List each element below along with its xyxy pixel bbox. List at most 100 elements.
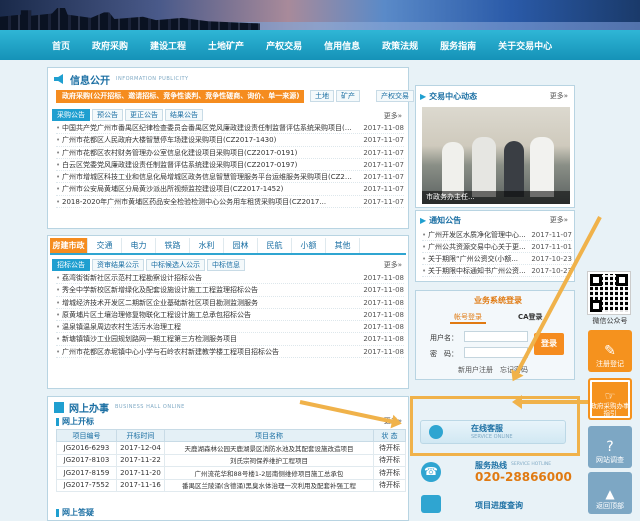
nav-item[interactable]: 服务指南 bbox=[440, 39, 476, 52]
list-item-date: 2017-11-07 bbox=[363, 136, 404, 145]
list-item-title[interactable]: 广州开发区水质净化管理中心... bbox=[422, 229, 528, 240]
list-item-title[interactable]: 秀全中学新校区新增绿化及配套设施设计施工工程监理招标公告 bbox=[56, 284, 356, 295]
section-marker-icon bbox=[56, 417, 59, 426]
list-item[interactable]: 广州开发区水质净化管理中心...2017-11-07 bbox=[422, 229, 572, 241]
survey-button[interactable]: ? 网站调查 bbox=[588, 426, 632, 468]
cell-name[interactable]: 刘氏宗祠保养维护工程项目 bbox=[164, 453, 374, 467]
list-item[interactable]: 2018-2020年广州市黄埔区药品安全检验检测中心公务用车租赁采购项目(CZ2… bbox=[56, 196, 404, 209]
list-item[interactable]: 广州市公安局黄埔区分局黄沙派出所视频监控建设项目(CZ2017-1452) 201… bbox=[56, 183, 404, 196]
list-item-title[interactable]: 关于期限“广州公资交(小额... bbox=[422, 253, 528, 264]
list-item-date: 2017-11-07 bbox=[531, 231, 572, 239]
list-item-title[interactable]: 中国共产党广州市番禺区纪律检查委员会番禺区党风廉政建设责任制监督评估系统采购项目… bbox=[56, 122, 356, 133]
category-tab[interactable]: 房建市政 bbox=[50, 238, 88, 253]
list-item[interactable]: 中国共产党广州市番禺区纪律检查委员会番禺区党风廉政建设责任制监督评估系统采购项目… bbox=[56, 122, 404, 135]
tab-property[interactable]: 产权交易 bbox=[376, 90, 414, 102]
category-tab[interactable]: 水利 bbox=[190, 238, 224, 253]
category-tab[interactable]: 园林 bbox=[224, 238, 258, 253]
cell-name[interactable]: 广州流花华和88号楼1-2层南侧维修项目施工总承包 bbox=[164, 466, 374, 480]
list-item[interactable]: 广州市花都区农村财务管理办公室信息化建设项目采购项目(CZ2017-0191) 2… bbox=[56, 147, 404, 159]
nav-item[interactable]: 政策法规 bbox=[382, 39, 418, 52]
nav-item[interactable]: 信用信息 bbox=[324, 39, 360, 52]
category-tab[interactable]: 交通 bbox=[88, 238, 122, 253]
list-item[interactable]: 新塘镇镇沙工业园规划路网一期工程第三方检测服务项目 2017-11-08 bbox=[56, 333, 404, 346]
list-item-title[interactable]: 白云区党委党风廉政建设责任制监督评估系统建设采购项目(CZ2017-0197) bbox=[56, 159, 356, 170]
list-item-title[interactable]: 广州市花都区赤坭镇中心小学与石岭农村新建教学楼工程项目招标公告 bbox=[56, 346, 356, 357]
center-news-more-link[interactable]: 更多» bbox=[550, 91, 568, 101]
online-qa-label[interactable]: 网上答疑 bbox=[56, 507, 94, 518]
tab-candidate-notice[interactable]: 中标候选人公示 bbox=[146, 259, 205, 271]
table-row[interactable]: JG2017-8159 2017-11-20 广州流花华和88号楼1-2层南侧维修项… bbox=[56, 466, 406, 480]
list-item-title[interactable]: 增城经济技术开发区二期新区企业基础新社区项目勘测监测服务 bbox=[56, 297, 356, 308]
list-item[interactable]: 白云区党委党风廉政建设责任制监督评估系统建设采购项目(CZ2017-0197) 2… bbox=[56, 159, 404, 172]
category-tab[interactable]: 铁路 bbox=[156, 238, 190, 253]
tab-qualification-result[interactable]: 资审结果公示 bbox=[92, 259, 144, 271]
list-item[interactable]: 广州市花都区人民政府大楼智慧停车场建设采购项目(CZ2017-1430) 2017… bbox=[56, 134, 404, 147]
login-tab-ca[interactable]: CA登录 bbox=[518, 312, 543, 322]
cell-name[interactable]: 天鹿湖森林公园天鹿湖景区消防水池及其配套设施改造项目 bbox=[164, 441, 374, 455]
tab-result-notice[interactable]: 结果公告 bbox=[165, 109, 203, 121]
category-tab[interactable]: 小额 bbox=[292, 238, 326, 253]
list-item-title[interactable]: 广州公共资源交易中心关于更... bbox=[422, 241, 528, 252]
center-news-panel: ▶ 交易中心动态 更多» 市政务办主任... bbox=[415, 85, 575, 208]
list-item-title[interactable]: 原黄埔片区土壤治理修复物联化工程设计施工总承包招标公告 bbox=[56, 309, 356, 320]
progress-query-box[interactable]: 项目进度查询 bbox=[415, 492, 575, 515]
annotation-arrow bbox=[518, 400, 588, 404]
info-more-link[interactable]: 更多» bbox=[384, 111, 402, 121]
list-item[interactable]: 原黄埔片区土壤治理修复物联化工程设计施工总承包招标公告 2017-11-08 bbox=[56, 309, 404, 322]
list-item-title[interactable]: 广州市公安局黄埔区分局黄沙派出所视频监控建设项目(CZ2017-1452) bbox=[56, 183, 356, 194]
table-row[interactable]: JG2017-8103 2017-11-22 刘氏宗祠保养维护工程项目 待开标 bbox=[56, 453, 406, 467]
list-item-title[interactable]: 广州市增城区科技工业和信息化局增城区政务信息智慧管理服务平台运维服务采购项目(C… bbox=[56, 171, 356, 182]
list-item[interactable]: 荔湾街街新社区示范村工程勘察设计招标公告 2017-11-08 bbox=[56, 272, 404, 285]
list-item[interactable]: 温泉镇温泉周边农村生活污水治理工程 2017-11-08 bbox=[56, 321, 404, 334]
tab-pre-notice[interactable]: 预公告 bbox=[92, 109, 123, 121]
nav-item[interactable]: 首页 bbox=[52, 39, 70, 52]
tab-winning-info[interactable]: 中标信息 bbox=[207, 259, 245, 271]
construction-more-link[interactable]: 更多» bbox=[384, 260, 402, 270]
cell-name[interactable]: 番禺区兰陵涌(含德涌)黑臭水体治理一次利用及配套补强工程 bbox=[164, 478, 374, 492]
list-item-date: 2017-11-08 bbox=[363, 274, 404, 282]
username-input[interactable] bbox=[464, 331, 528, 342]
nav-item[interactable]: 土地矿产 bbox=[208, 39, 244, 52]
list-item[interactable]: 广州市增城区科技工业和信息化局增城区政务信息智慧管理服务平台运维服务采购项目(C… bbox=[56, 171, 404, 184]
tab-land[interactable]: 土地 bbox=[310, 90, 334, 102]
list-item-date: 2017-11-08 bbox=[363, 124, 404, 132]
tab-correction-notice[interactable]: 更正公告 bbox=[125, 109, 163, 121]
list-item-title[interactable]: 新塘镇镇沙工业园规划路网一期工程第三方检测服务项目 bbox=[56, 333, 356, 344]
list-item-title[interactable]: 广州市花都区农村财务管理办公室信息化建设项目采购项目(CZ2017-0191) bbox=[56, 147, 356, 158]
list-item[interactable]: 关于期限“广州公资交(小额...2017-10-23 bbox=[422, 253, 572, 265]
center-news-photo[interactable]: 市政务办主任... bbox=[422, 107, 570, 204]
nav-item[interactable]: 产权交易 bbox=[266, 39, 302, 52]
list-item-title[interactable]: 2018-2020年广州市黄埔区药品安全检验检测中心公务用车租赁采购项目(CZ2… bbox=[56, 196, 356, 207]
tab-tender-notice[interactable]: 招标公告 bbox=[52, 259, 90, 271]
table-row[interactable]: JG2017-7552 2017-11-16 番禺区兰陵涌(含德涌)黑臭水体治理一次… bbox=[56, 478, 406, 492]
list-item-title[interactable]: 广州市花都区人民政府大楼智慧停车场建设采购项目(CZ2017-1430) bbox=[56, 134, 356, 145]
notice-more-link[interactable]: 更多» bbox=[550, 215, 568, 225]
list-item[interactable]: 广州公共资源交易中心关于更...2017-11-01 bbox=[422, 241, 572, 253]
login-tab-account[interactable]: 帐号登录 bbox=[450, 312, 486, 324]
password-input[interactable] bbox=[464, 347, 528, 358]
category-tab[interactable]: 其他 bbox=[326, 238, 360, 253]
list-item[interactable]: 关于期限中标通知书广州公资...2017-10-23 bbox=[422, 265, 572, 277]
list-item-title[interactable]: 荔湾街街新社区示范村工程勘察设计招标公告 bbox=[56, 272, 356, 283]
nav-item[interactable]: 关于交易中心 bbox=[498, 39, 552, 52]
register-link[interactable]: 新用户注册 bbox=[458, 365, 493, 375]
category-tab[interactable]: 电力 bbox=[122, 238, 156, 253]
arrow-icon: ▶ bbox=[420, 215, 427, 225]
list-item[interactable]: 广州市花都区赤坭镇中心小学与石岭农村新建教学楼工程项目招标公告 2017-11-0… bbox=[56, 346, 404, 359]
list-item[interactable]: 增城经济技术开发区二期新区企业基础新社区项目勘测监测服务 2017-11-08 bbox=[56, 297, 404, 309]
register-button[interactable]: ✎ 注册登记 bbox=[588, 330, 632, 372]
list-item-title[interactable]: 关于期限中标通知书广州公资... bbox=[422, 265, 528, 276]
nav-item[interactable]: 政府采购 bbox=[92, 39, 128, 52]
category-tab[interactable]: 民航 bbox=[258, 238, 292, 253]
tab-minerals[interactable]: 矿产 bbox=[336, 90, 360, 102]
list-item[interactable]: 秀全中学新校区新增绿化及配套设施设计施工工程监理招标公告 2017-11-08 bbox=[56, 284, 404, 297]
list-item-title[interactable]: 温泉镇温泉周边农村生活污水治理工程 bbox=[56, 321, 356, 332]
procurement-guide-button[interactable]: ☞ 政府采购办事指引 bbox=[588, 378, 632, 420]
online-service-button[interactable]: 在线客服 SERVICE ONLINE bbox=[420, 420, 566, 444]
back-to-top-button[interactable]: ▲ 返回顶部 bbox=[588, 472, 632, 514]
hotline-box: ☎ 服务热线 SERVICE HOTLINE 020-28866000 bbox=[415, 458, 575, 488]
table-row[interactable]: JG2016-6293 2017-12-04 天鹿湖森林公园天鹿湖景区消防水池及其配… bbox=[56, 441, 406, 455]
tab-procurement-notice[interactable]: 采购公告 bbox=[52, 109, 90, 121]
nav-item[interactable]: 建设工程 bbox=[150, 39, 186, 52]
gov-procurement-bar[interactable]: 政府采购(公开招标、邀请招标、竞争性谈判、竞争性磋商、询价、单一来源) bbox=[56, 90, 304, 103]
